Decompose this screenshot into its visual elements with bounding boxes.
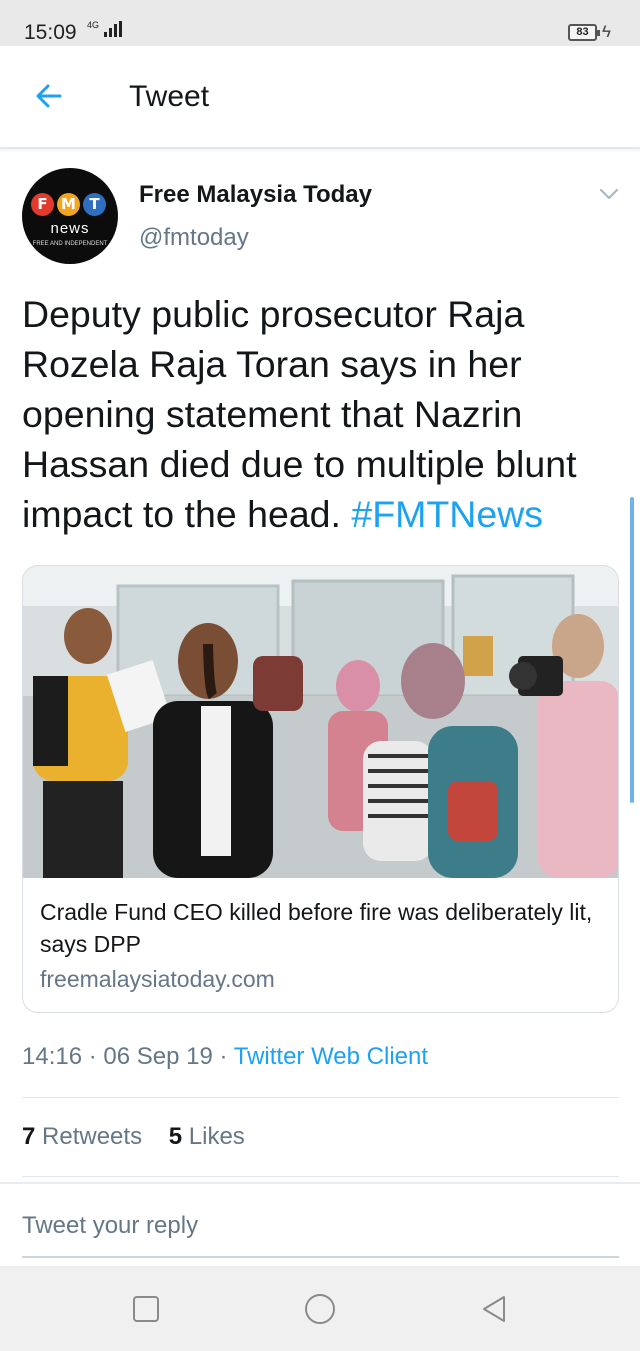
- divider: [22, 1176, 619, 1177]
- card-image: [23, 566, 618, 878]
- page-title: Tweet: [129, 80, 210, 113]
- divider: [22, 1097, 619, 1098]
- home-button[interactable]: [303, 1292, 337, 1326]
- tweet-meta: 14:16 · 06 Sep 19 · Twitter Web Client: [22, 1043, 429, 1070]
- system-nav-bar: [0, 1266, 640, 1351]
- status-time: 15:09: [24, 21, 77, 44]
- retweets-label: Retweets: [42, 1123, 143, 1150]
- author-handle[interactable]: @fmtoday: [139, 224, 249, 252]
- retweets-count: 7: [22, 1123, 36, 1150]
- likes-stat[interactable]: 5 Likes: [169, 1123, 245, 1150]
- square-icon: [133, 1296, 159, 1322]
- back-button[interactable]: [30, 78, 70, 114]
- avatar-logo: F M T: [31, 193, 106, 216]
- chevron-down-icon: [599, 188, 619, 200]
- link-card[interactable]: Cradle Fund CEO killed before fire was d…: [22, 565, 619, 1013]
- likes-count: 5: [168, 1123, 183, 1150]
- avatar[interactable]: F M T news FREE AND INDEPENDENT: [22, 168, 118, 264]
- battery-icon: 83: [568, 24, 600, 41]
- back-nav-button[interactable]: [477, 1292, 511, 1326]
- triangle-back-icon: [483, 1296, 505, 1322]
- battery-level: 83: [576, 26, 589, 38]
- card-domain: freemalaysiatoday.com: [40, 966, 275, 992]
- signal-icon: 4G: [86, 14, 122, 42]
- likes-label: Likes: [188, 1123, 245, 1150]
- charging-icon: ϟ: [602, 22, 611, 41]
- more-options-button[interactable]: [598, 186, 620, 202]
- arrow-left-icon: [36, 84, 62, 108]
- network-type: 4G: [87, 20, 100, 30]
- circle-icon: [305, 1294, 335, 1324]
- reply-bar: Tweet your reply: [0, 1182, 640, 1266]
- retweets-stat[interactable]: 7 Retweets: [22, 1123, 142, 1150]
- tweet-time: 14:16: [22, 1043, 83, 1070]
- tweet-date: 06 Sep 19: [103, 1043, 213, 1070]
- card-title: Cradle Fund CEO killed before fire was d…: [40, 899, 593, 957]
- tweet-stats: 7 Retweets 5 Likes: [22, 1123, 245, 1151]
- app-header: Tweet: [0, 46, 640, 149]
- reply-underline: [22, 1256, 619, 1258]
- status-bar: 15:09 4G 83 ϟ: [0, 0, 640, 46]
- tweet-text: Deputy public prosecutor Raja Rozela Raj…: [22, 289, 622, 539]
- hashtag-link[interactable]: #FMTNews: [351, 493, 543, 535]
- reply-input[interactable]: Tweet your reply: [22, 1212, 198, 1240]
- recents-button[interactable]: [129, 1292, 163, 1326]
- scrollbar[interactable]: [630, 497, 634, 803]
- tweet-client-link[interactable]: Twitter Web Client: [234, 1043, 428, 1070]
- author-name[interactable]: Free Malaysia Today: [139, 181, 372, 209]
